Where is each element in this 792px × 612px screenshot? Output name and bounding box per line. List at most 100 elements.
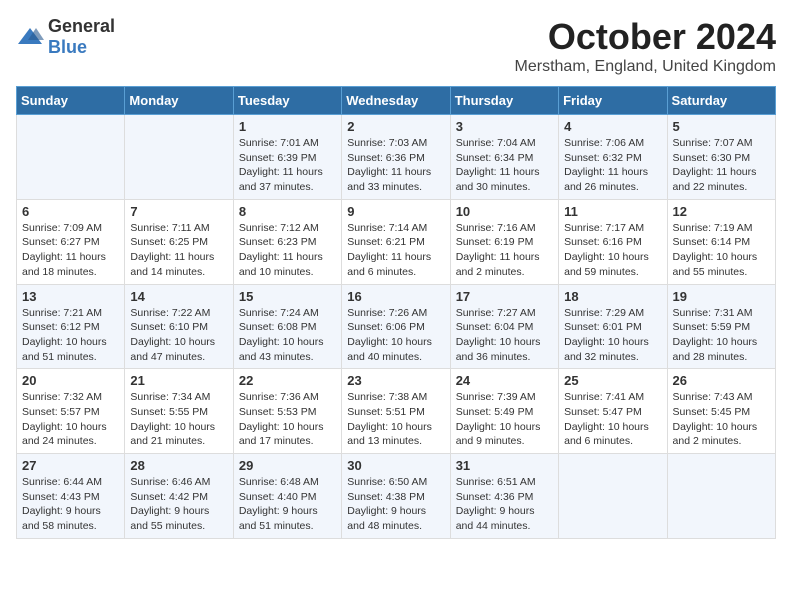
calendar-cell: 21 Sunrise: 7:34 AM Sunset: 5:55 PM Dayli… (125, 369, 233, 454)
header-day-monday: Monday (125, 87, 233, 115)
day-number: 22 (239, 373, 336, 388)
calendar-cell: 22 Sunrise: 7:36 AM Sunset: 5:53 PM Dayli… (233, 369, 341, 454)
day-number: 18 (564, 289, 661, 304)
calendar-cell: 19Sunrise: 7:31 AM Sunset: 5:59 PM Dayli… (667, 284, 775, 369)
calendar-cell: 4Sunrise: 7:06 AM Sunset: 6:32 PM Daylig… (559, 115, 667, 200)
day-number: 15 (239, 289, 336, 304)
day-number: 21 (130, 373, 227, 388)
day-number: 6 (22, 204, 119, 219)
cell-text: Sunrise: 7:26 AM Sunset: 6:06 PM Dayligh… (347, 307, 432, 363)
calendar-cell (125, 115, 233, 200)
cell-text: Sunrise: 6:51 AM Sunset: 4:36 PM Dayligh… (456, 476, 536, 532)
day-number: 16 (347, 289, 444, 304)
day-number: 26 (673, 373, 770, 388)
day-number: 31 (456, 458, 553, 473)
calendar-cell: 18 Sunrise: 7:29 AM Sunset: 6:01 PM Dayli… (559, 284, 667, 369)
day-number: 8 (239, 204, 336, 219)
header-day-tuesday: Tuesday (233, 87, 341, 115)
calendar-cell: 11 Sunrise: 7:17 AM Sunset: 6:16 PM Dayli… (559, 199, 667, 284)
title-area: October 2024 Merstham, England, United K… (515, 16, 776, 76)
calendar-cell: 15 Sunrise: 7:24 AM Sunset: 6:08 PM Dayli… (233, 284, 341, 369)
calendar-cell: 25Sunrise: 7:41 AM Sunset: 5:47 PM Dayli… (559, 369, 667, 454)
cell-text: Sunrise: 7:03 AM Sunset: 6:36 PM Dayligh… (347, 137, 431, 193)
cell-text: Sunrise: 7:12 AM Sunset: 6:23 PM Dayligh… (239, 222, 323, 278)
calendar-cell: 29 Sunrise: 6:48 AM Sunset: 4:40 PM Dayli… (233, 454, 341, 539)
day-number: 3 (456, 119, 553, 134)
cell-text: Sunrise: 7:27 AM Sunset: 6:04 PM Dayligh… (456, 307, 541, 363)
calendar-cell: 9 Sunrise: 7:14 AM Sunset: 6:21 PM Daylig… (342, 199, 450, 284)
calendar-cell: 24 Sunrise: 7:39 AM Sunset: 5:49 PM Dayli… (450, 369, 558, 454)
cell-text: Sunrise: 7:43 AM Sunset: 5:45 PM Dayligh… (673, 391, 758, 447)
calendar-header: SundayMondayTuesdayWednesdayThursdayFrid… (17, 87, 776, 115)
day-number: 2 (347, 119, 444, 134)
day-number: 27 (22, 458, 119, 473)
logo-text: General Blue (48, 16, 115, 58)
calendar-cell (17, 115, 125, 200)
cell-text: Sunrise: 7:31 AM Sunset: 5:59 PM Dayligh… (673, 307, 758, 363)
calendar-week-2: 6Sunrise: 7:09 AM Sunset: 6:27 PM Daylig… (17, 199, 776, 284)
calendar-cell (667, 454, 775, 539)
day-number: 28 (130, 458, 227, 473)
cell-text: Sunrise: 7:32 AM Sunset: 5:57 PM Dayligh… (22, 391, 107, 447)
calendar-week-4: 20 Sunrise: 7:32 AM Sunset: 5:57 PM Dayli… (17, 369, 776, 454)
calendar-cell: 27Sunrise: 6:44 AM Sunset: 4:43 PM Dayli… (17, 454, 125, 539)
cell-text: Sunrise: 7:36 AM Sunset: 5:53 PM Dayligh… (239, 391, 324, 447)
day-number: 29 (239, 458, 336, 473)
cell-text: Sunrise: 6:50 AM Sunset: 4:38 PM Dayligh… (347, 476, 427, 532)
calendar-cell: 28 Sunrise: 6:46 AM Sunset: 4:42 PM Dayli… (125, 454, 233, 539)
cell-text: Sunrise: 7:04 AM Sunset: 6:34 PM Dayligh… (456, 137, 540, 193)
cell-text: Sunrise: 7:14 AM Sunset: 6:21 PM Dayligh… (347, 222, 431, 278)
cell-text: Sunrise: 7:19 AM Sunset: 6:14 PM Dayligh… (673, 222, 758, 278)
day-number: 30 (347, 458, 444, 473)
logo: General Blue (16, 16, 115, 58)
calendar-cell: 3 Sunrise: 7:04 AM Sunset: 6:34 PM Daylig… (450, 115, 558, 200)
cell-text: Sunrise: 6:46 AM Sunset: 4:42 PM Dayligh… (130, 476, 210, 532)
cell-text: Sunrise: 7:01 AM Sunset: 6:39 PM Dayligh… (239, 137, 323, 193)
cell-text: Sunrise: 7:34 AM Sunset: 5:55 PM Dayligh… (130, 391, 215, 447)
cell-text: Sunrise: 7:22 AM Sunset: 6:10 PM Dayligh… (130, 307, 215, 363)
calendar-cell: 10Sunrise: 7:16 AM Sunset: 6:19 PM Dayli… (450, 199, 558, 284)
logo-icon (16, 26, 44, 48)
calendar-cell (559, 454, 667, 539)
cell-text: Sunrise: 7:24 AM Sunset: 6:08 PM Dayligh… (239, 307, 324, 363)
calendar-cell: 7 Sunrise: 7:11 AM Sunset: 6:25 PM Daylig… (125, 199, 233, 284)
calendar-cell: 26 Sunrise: 7:43 AM Sunset: 5:45 PM Dayli… (667, 369, 775, 454)
calendar-cell: 23Sunrise: 7:38 AM Sunset: 5:51 PM Dayli… (342, 369, 450, 454)
calendar-week-3: 13Sunrise: 7:21 AM Sunset: 6:12 PM Dayli… (17, 284, 776, 369)
cell-text: Sunrise: 6:48 AM Sunset: 4:40 PM Dayligh… (239, 476, 319, 532)
header-day-saturday: Saturday (667, 87, 775, 115)
cell-text: Sunrise: 7:39 AM Sunset: 5:49 PM Dayligh… (456, 391, 541, 447)
cell-text: Sunrise: 7:38 AM Sunset: 5:51 PM Dayligh… (347, 391, 432, 447)
header-row: SundayMondayTuesdayWednesdayThursdayFrid… (17, 87, 776, 115)
calendar-cell: 14 Sunrise: 7:22 AM Sunset: 6:10 PM Dayli… (125, 284, 233, 369)
day-number: 20 (22, 373, 119, 388)
calendar-week-5: 27Sunrise: 6:44 AM Sunset: 4:43 PM Dayli… (17, 454, 776, 539)
day-number: 11 (564, 204, 661, 219)
header-day-thursday: Thursday (450, 87, 558, 115)
calendar-cell: 31 Sunrise: 6:51 AM Sunset: 4:36 PM Dayli… (450, 454, 558, 539)
logo-general: General (48, 16, 115, 36)
day-number: 24 (456, 373, 553, 388)
day-number: 13 (22, 289, 119, 304)
cell-text: Sunrise: 7:11 AM Sunset: 6:25 PM Dayligh… (130, 222, 214, 278)
day-number: 10 (456, 204, 553, 219)
day-number: 7 (130, 204, 227, 219)
calendar-cell: 12Sunrise: 7:19 AM Sunset: 6:14 PM Dayli… (667, 199, 775, 284)
header-day-friday: Friday (559, 87, 667, 115)
cell-text: Sunrise: 7:17 AM Sunset: 6:16 PM Dayligh… (564, 222, 649, 278)
day-number: 9 (347, 204, 444, 219)
calendar-cell: 17 Sunrise: 7:27 AM Sunset: 6:04 PM Dayli… (450, 284, 558, 369)
month-title: October 2024 (515, 16, 776, 58)
calendar-cell: 13Sunrise: 7:21 AM Sunset: 6:12 PM Dayli… (17, 284, 125, 369)
calendar-cell: 5Sunrise: 7:07 AM Sunset: 6:30 PM Daylig… (667, 115, 775, 200)
calendar-cell: 20 Sunrise: 7:32 AM Sunset: 5:57 PM Dayli… (17, 369, 125, 454)
day-number: 5 (673, 119, 770, 134)
header-day-wednesday: Wednesday (342, 87, 450, 115)
cell-text: Sunrise: 7:41 AM Sunset: 5:47 PM Dayligh… (564, 391, 649, 447)
day-number: 1 (239, 119, 336, 134)
calendar-body: 1 Sunrise: 7:01 AM Sunset: 6:39 PM Daylig… (17, 115, 776, 539)
day-number: 17 (456, 289, 553, 304)
calendar-week-1: 1 Sunrise: 7:01 AM Sunset: 6:39 PM Daylig… (17, 115, 776, 200)
day-number: 14 (130, 289, 227, 304)
cell-text: Sunrise: 7:29 AM Sunset: 6:01 PM Dayligh… (564, 307, 649, 363)
